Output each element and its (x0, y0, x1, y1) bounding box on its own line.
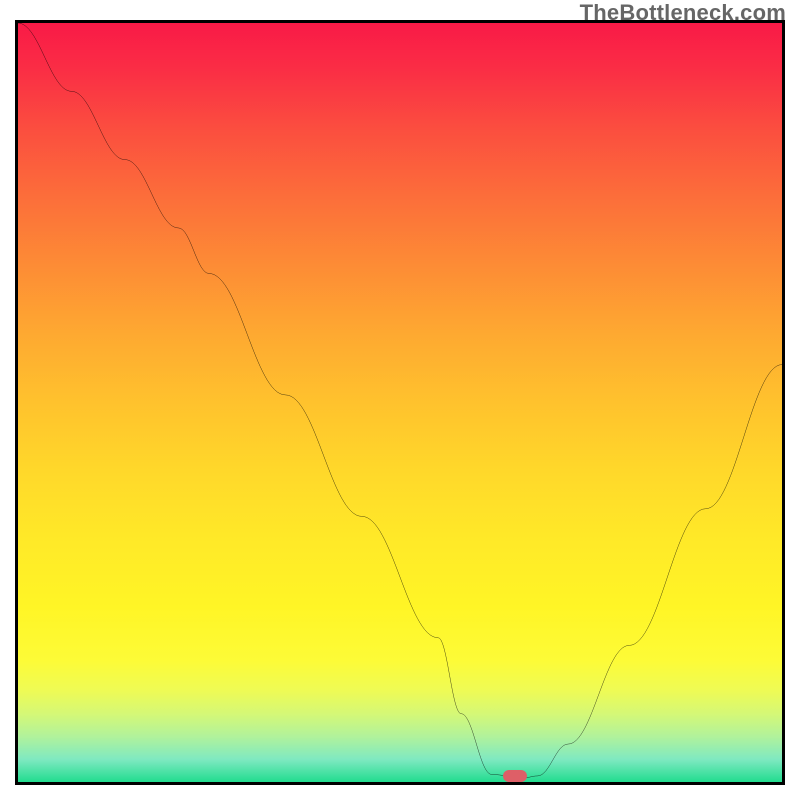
plot-area (15, 20, 785, 785)
optimum-marker (503, 770, 527, 782)
bottleneck-curve (18, 23, 782, 778)
chart-stage: TheBottleneck.com (0, 0, 800, 800)
curve-svg (18, 23, 782, 782)
